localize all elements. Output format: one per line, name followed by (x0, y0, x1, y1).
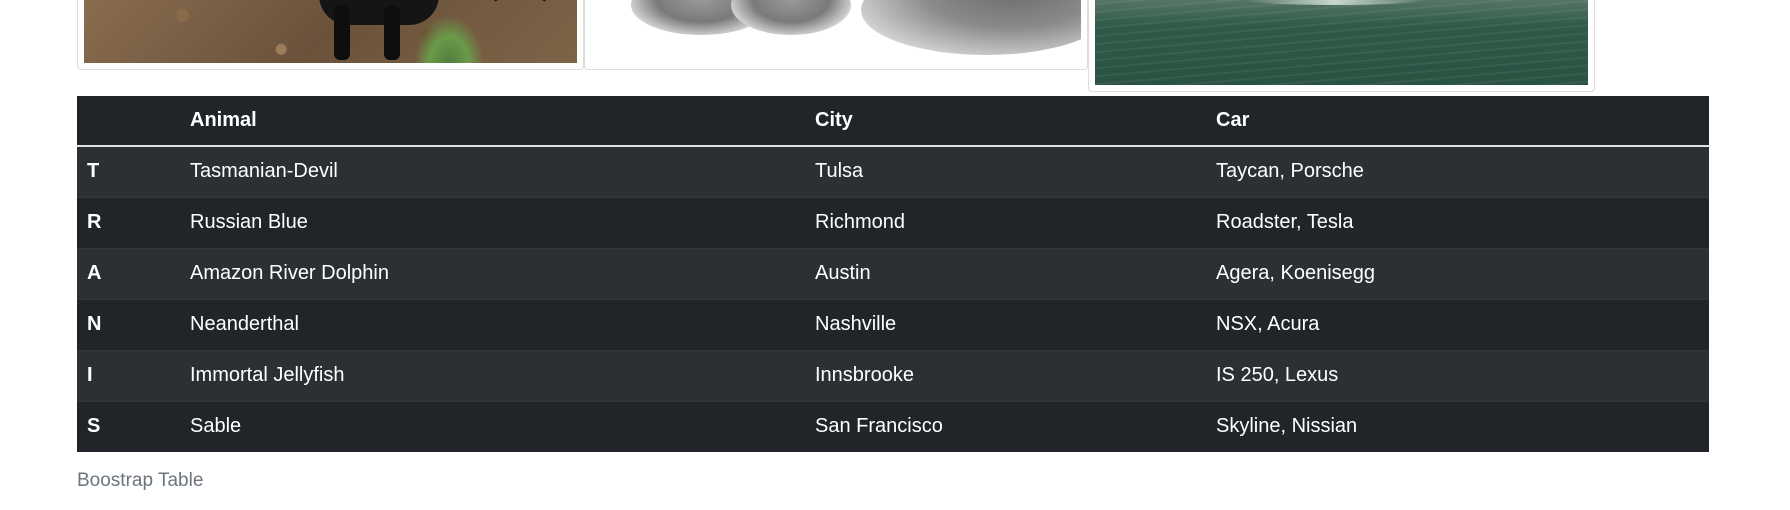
row-car: Roadster, Tesla (1216, 211, 1354, 233)
row-car: Skyline, Nissian (1216, 415, 1358, 438)
row-city: San Francisco (815, 415, 943, 438)
header-letter (77, 96, 180, 147)
row-animal: Amazon River Dolphin (190, 262, 389, 284)
row-animal: Neanderthal (190, 313, 299, 335)
row-letter: A (87, 262, 102, 284)
image-card-dog (77, 0, 584, 70)
table-row: A Amazon River Dolphin Austin Agera, Koenis… (77, 248, 1709, 299)
header-car: Car (1206, 96, 1709, 147)
row-city: Nashville (815, 313, 897, 335)
row-animal: Russian Blue (190, 211, 308, 233)
row-animal: Immortal Jellyfish (190, 364, 345, 386)
row-letter: R (87, 211, 102, 233)
table-caption: Boostrap Table (77, 470, 204, 491)
row-letter: T (87, 160, 100, 183)
row-city: Austin (815, 262, 871, 284)
data-table: Animal City Car T Tasmanian-Devil Tulsa Tay… (77, 96, 1709, 452)
row-car: IS 250, Lexus (1216, 364, 1339, 386)
table-header-row: Animal City Car (77, 96, 1709, 147)
water-image (1095, 0, 1588, 85)
table-row: T Tasmanian-Devil Tulsa Taycan, Porsche (77, 146, 1709, 197)
row-city: Innsbrooke (815, 364, 914, 386)
row-car: Agera, Koenisegg (1216, 262, 1376, 284)
row-letter: I (87, 364, 93, 386)
row-letter: N (87, 313, 102, 335)
table-row: S Sable San Francisco Skyline, Nissian (77, 401, 1709, 452)
cat-image (591, 0, 1081, 63)
header-animal: Animal (180, 96, 805, 147)
table-row: R Russian Blue Richmond Roadster, Tesla (77, 197, 1709, 248)
row-animal: Sable (190, 415, 242, 438)
table-row: I Immortal Jellyfish Innsbrooke IS 250, Lex… (77, 350, 1709, 401)
row-letter: S (87, 415, 101, 438)
row-car: NSX, Acura (1216, 313, 1320, 335)
row-city: Tulsa (815, 160, 864, 183)
row-car: Taycan, Porsche (1216, 160, 1364, 183)
image-card-cat (584, 0, 1088, 70)
image-card-water (1088, 0, 1595, 92)
row-city: Richmond (815, 211, 906, 233)
header-city: City (805, 96, 1206, 147)
row-animal: Tasmanian-Devil (190, 160, 338, 183)
table-row: N Neanderthal Nashville NSX, Acura (77, 299, 1709, 350)
dog-image (84, 0, 577, 63)
